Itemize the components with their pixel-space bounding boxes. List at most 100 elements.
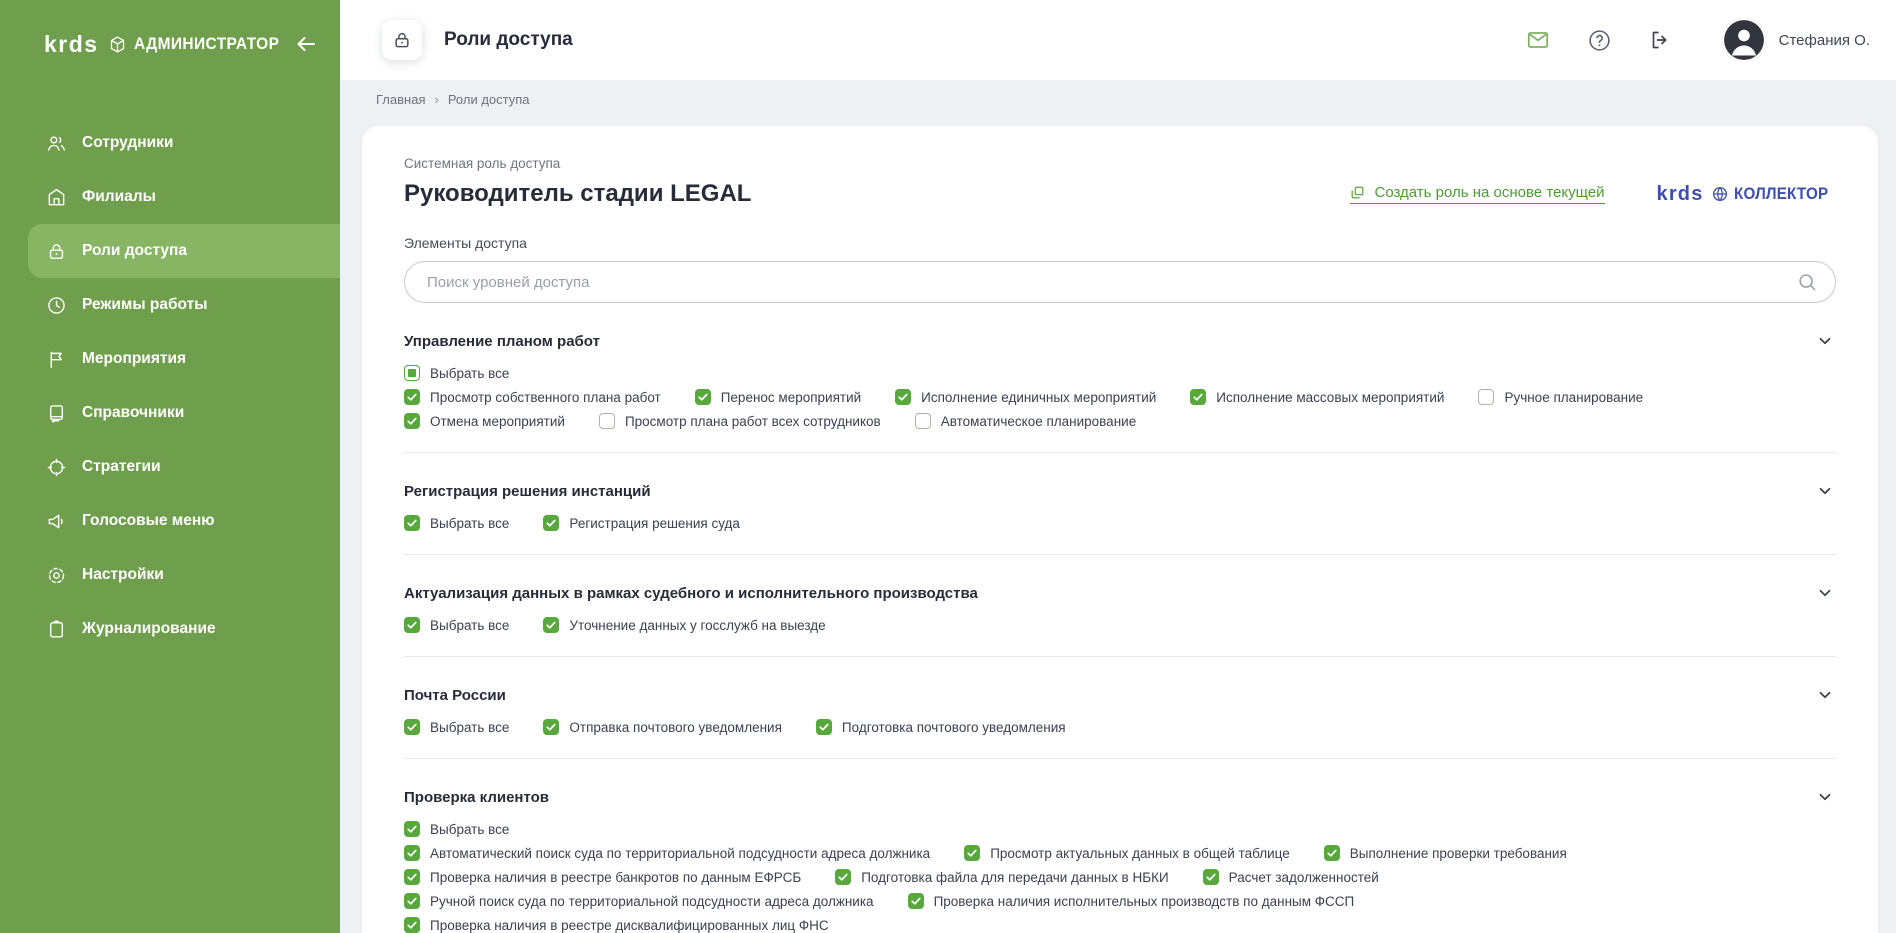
avatar[interactable] <box>1724 20 1764 60</box>
checkbox-item[interactable]: Расчет задолженностей <box>1203 869 1379 885</box>
section-header: Управление планом работ <box>404 330 1836 352</box>
checkbox-indeterminate-icon[interactable] <box>404 365 420 381</box>
sidebar-item-events[interactable]: Мероприятия <box>0 332 340 386</box>
chevron-down-icon[interactable] <box>1814 786 1836 808</box>
cube-logo-icon <box>108 35 127 54</box>
sidebar-item-access-roles[interactable]: Роли доступа <box>28 224 340 278</box>
checkbox-checked-icon[interactable] <box>404 845 420 861</box>
checkbox-item[interactable]: Перенос мероприятий <box>695 389 861 405</box>
select-all-checkbox[interactable]: Выбрать все <box>404 719 509 735</box>
checkbox-item[interactable]: Автоматическое планирование <box>915 413 1137 429</box>
create-role-link[interactable]: Создать роль на основе текущей <box>1350 184 1604 204</box>
sidebar-item-journaling[interactable]: Журналирование <box>0 602 340 656</box>
checkbox-checked-icon[interactable] <box>835 869 851 885</box>
checkbox-item[interactable]: Проверка наличия в реестре банкротов по … <box>404 869 801 885</box>
checkbox-item[interactable]: Проверка наличия в реестре дисквалифицир… <box>404 917 829 933</box>
breadcrumb-home[interactable]: Главная <box>376 92 425 107</box>
checkbox-item[interactable]: Уточнение данных у госслужб на выезде <box>543 617 825 633</box>
page-title: Роли доступа <box>444 29 573 51</box>
checkbox-item[interactable]: Автоматический поиск суда по территориал… <box>404 845 930 861</box>
checkbox-item[interactable]: Отправка почтового уведомления <box>543 719 782 735</box>
select-all-checkbox[interactable]: Выбрать все <box>404 515 509 531</box>
sidebar-item-work-modes[interactable]: Режимы работы <box>0 278 340 332</box>
select-all-checkbox[interactable]: Выбрать все <box>404 821 509 837</box>
search-wrap <box>404 261 1836 303</box>
checkbox-item[interactable]: Регистрация решения суда <box>543 515 740 531</box>
checkbox-checked-icon[interactable] <box>404 893 420 909</box>
breadcrumb: Главная › Роли доступа <box>340 80 1896 107</box>
chevron-down-icon[interactable] <box>1814 330 1836 352</box>
checkbox-checked-icon[interactable] <box>816 719 832 735</box>
checkbox-checked-icon[interactable] <box>695 389 711 405</box>
sidebar-item-branches[interactable]: Филиалы <box>0 170 340 224</box>
app-root: krds АДМИНИСТРАТОР СотрудникиФилиалыРоли… <box>0 0 1896 933</box>
mail-icon[interactable] <box>1525 27 1551 53</box>
collapse-sidebar-arrow-icon[interactable] <box>294 32 318 56</box>
collector-logo: krds КОЛЛЕКТОР <box>1657 183 1837 206</box>
checkbox-checked-icon[interactable] <box>1190 389 1206 405</box>
chevron-down-icon[interactable] <box>1814 684 1836 706</box>
sidebar-item-label: Режимы работы <box>82 296 207 314</box>
checkbox-item[interactable]: Выполнение проверки требования <box>1324 845 1567 861</box>
sidebar-item-employees[interactable]: Сотрудники <box>0 116 340 170</box>
checkbox-item[interactable]: Исполнение единичных мероприятий <box>895 389 1156 405</box>
sidebar-item-label: Филиалы <box>82 188 156 206</box>
logout-icon[interactable] <box>1648 28 1672 52</box>
checkbox-checked-icon[interactable] <box>908 893 924 909</box>
checkbox-checked-icon[interactable] <box>404 869 420 885</box>
sidebar-item-settings[interactable]: Настройки <box>0 548 340 602</box>
checkbox-item[interactable]: Просмотр актуальных данных в общей табли… <box>964 845 1290 861</box>
copy-icon <box>1350 185 1365 200</box>
sidebar-item-voice-menus[interactable]: Голосовые меню <box>0 494 340 548</box>
checkbox-checked-icon[interactable] <box>404 389 420 405</box>
chevron-down-icon[interactable] <box>1814 582 1836 604</box>
checkbox-checked-icon[interactable] <box>404 413 420 429</box>
checkbox-item[interactable]: Исполнение массовых мероприятий <box>1190 389 1444 405</box>
checkbox-row: Ручной поиск суда по территориальной под… <box>404 893 1836 909</box>
checkbox-checked-icon[interactable] <box>543 515 559 531</box>
checkbox-row: Проверка наличия в реестре банкротов по … <box>404 869 1836 885</box>
checkbox-checked-icon[interactable] <box>404 917 420 933</box>
checkbox-checked-icon[interactable] <box>404 821 420 837</box>
help-icon[interactable] <box>1587 28 1612 53</box>
sidebar-item-directories[interactable]: Справочники <box>0 386 340 440</box>
checkbox-item[interactable]: Ручное планирование <box>1478 389 1643 405</box>
checkbox-item[interactable]: Проверка наличия исполнительных производ… <box>908 893 1355 909</box>
chevron-down-icon[interactable] <box>1814 480 1836 502</box>
select-all-checkbox[interactable]: Выбрать все <box>404 365 509 381</box>
checkbox-unchecked-icon[interactable] <box>1478 389 1494 405</box>
checkbox-checked-icon[interactable] <box>404 515 420 531</box>
checkbox-checked-icon[interactable] <box>543 617 559 633</box>
checkbox-checked-icon[interactable] <box>543 719 559 735</box>
checkbox-item[interactable]: Отмена мероприятий <box>404 413 565 429</box>
megaphone-icon <box>46 511 67 532</box>
user-name[interactable]: Стефания О. <box>1779 32 1870 49</box>
sidebar-item-strategies[interactable]: Стратегии <box>0 440 340 494</box>
checkbox-label: Проверка наличия в реестре банкротов по … <box>430 870 801 885</box>
checkbox-label: Автоматическое планирование <box>941 414 1137 429</box>
search-input[interactable] <box>404 261 1836 303</box>
section-instance-decisions: Регистрация решения инстанцийВыбрать все… <box>404 453 1836 555</box>
checkbox-label: Исполнение массовых мероприятий <box>1216 390 1444 405</box>
checkbox-item[interactable]: Подготовка почтового уведомления <box>816 719 1066 735</box>
sidebar-item-label: Голосовые меню <box>82 512 214 530</box>
checkbox-checked-icon[interactable] <box>895 389 911 405</box>
checkbox-item[interactable]: Подготовка файла для передачи данных в Н… <box>835 869 1168 885</box>
checkbox-label: Регистрация решения суда <box>569 516 740 531</box>
checkbox-checked-icon[interactable] <box>1203 869 1219 885</box>
checkbox-unchecked-icon[interactable] <box>915 413 931 429</box>
checkbox-item[interactable]: Ручной поиск суда по территориальной под… <box>404 893 874 909</box>
select-all-checkbox[interactable]: Выбрать все <box>404 617 509 633</box>
checkbox-checked-icon[interactable] <box>404 617 420 633</box>
checkbox-checked-icon[interactable] <box>1324 845 1340 861</box>
checkbox-unchecked-icon[interactable] <box>599 413 615 429</box>
journal-icon <box>46 619 67 640</box>
checkbox-item[interactable]: Просмотр плана работ всех сотрудников <box>599 413 881 429</box>
checkbox-checked-icon[interactable] <box>404 719 420 735</box>
checkbox-checked-icon[interactable] <box>964 845 980 861</box>
checkbox-row: Выбрать все Регистрация решения суда <box>404 515 1836 531</box>
checkbox-label: Автоматический поиск суда по территориал… <box>430 846 930 861</box>
checkbox-item[interactable]: Просмотр собственного плана работ <box>404 389 661 405</box>
checkbox-label: Просмотр собственного плана работ <box>430 390 661 405</box>
role-title: Руководитель стадии LEGAL <box>404 180 751 208</box>
